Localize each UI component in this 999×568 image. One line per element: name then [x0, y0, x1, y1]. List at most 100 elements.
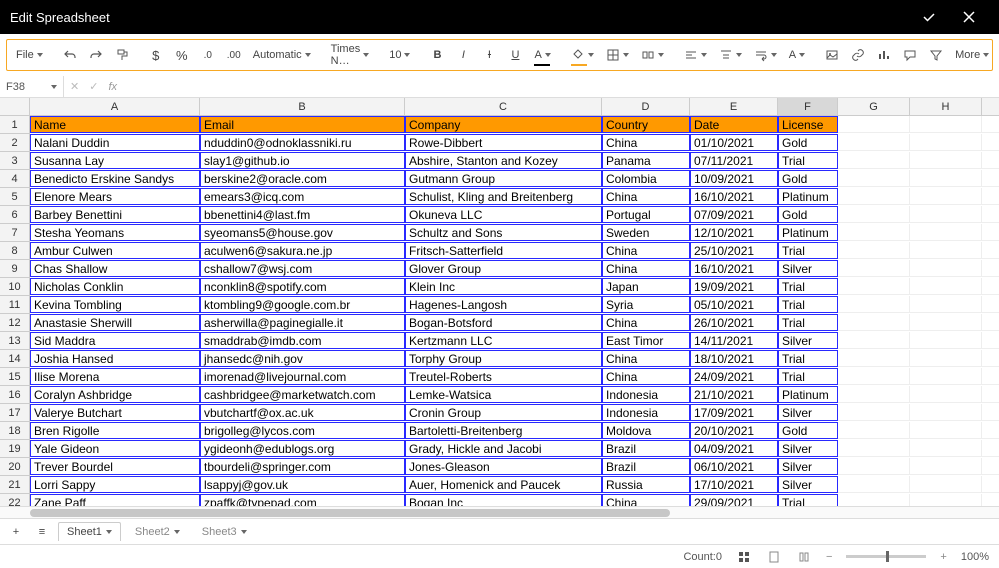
- empty-cell[interactable]: [910, 368, 982, 385]
- font-size-dropdown[interactable]: 10: [384, 43, 415, 67]
- data-cell[interactable]: Panama: [602, 152, 690, 169]
- select-all-corner[interactable]: [0, 98, 30, 116]
- data-cell[interactable]: Torphy Group: [405, 350, 602, 367]
- data-cell[interactable]: Japan: [602, 278, 690, 295]
- data-cell[interactable]: tbourdeli@springer.com: [200, 458, 405, 475]
- data-cell[interactable]: Zane Paff: [30, 494, 200, 506]
- empty-cell[interactable]: [982, 206, 999, 223]
- empty-cell[interactable]: [838, 260, 910, 277]
- empty-cell[interactable]: [910, 134, 982, 151]
- empty-cell[interactable]: [982, 494, 999, 506]
- data-cell[interactable]: berskine2@oracle.com: [200, 170, 405, 187]
- data-cell[interactable]: Lorri Sappy: [30, 476, 200, 493]
- data-cell[interactable]: Silver: [778, 440, 838, 457]
- data-cell[interactable]: Valerye Butchart: [30, 404, 200, 421]
- data-cell[interactable]: Bartoletti-Breitenberg: [405, 422, 602, 439]
- data-cell[interactable]: Indonesia: [602, 386, 690, 403]
- data-cell[interactable]: nduddin0@odnoklassniki.ru: [200, 134, 405, 151]
- data-cell[interactable]: 06/10/2021: [690, 458, 778, 475]
- data-cell[interactable]: Trial: [778, 368, 838, 385]
- data-cell[interactable]: Grady, Hickle and Jacobi: [405, 440, 602, 457]
- row-header[interactable]: 8: [0, 242, 30, 260]
- empty-cell[interactable]: [982, 368, 999, 385]
- insert-link-button[interactable]: [846, 43, 870, 67]
- empty-cell[interactable]: [910, 278, 982, 295]
- empty-cell[interactable]: [982, 242, 999, 259]
- empty-cell[interactable]: [982, 476, 999, 493]
- empty-cell[interactable]: [982, 350, 999, 367]
- data-cell[interactable]: Syria: [602, 296, 690, 313]
- data-cell[interactable]: Schulist, Kling and Breitenberg: [405, 188, 602, 205]
- zoom-in-button[interactable]: +: [940, 551, 946, 563]
- data-cell[interactable]: Benedicto Erskine Sandys: [30, 170, 200, 187]
- empty-cell[interactable]: [910, 242, 982, 259]
- empty-cell[interactable]: [838, 134, 910, 151]
- table-header-cell[interactable]: Country: [602, 116, 690, 133]
- v-align-dropdown[interactable]: [714, 43, 747, 67]
- empty-cell[interactable]: [982, 386, 999, 403]
- number-format-dropdown[interactable]: Automatic: [248, 43, 316, 67]
- data-cell[interactable]: syeomans5@house.gov: [200, 224, 405, 241]
- insert-comment-button[interactable]: [898, 43, 922, 67]
- empty-cell[interactable]: [982, 152, 999, 169]
- data-cell[interactable]: Gold: [778, 206, 838, 223]
- empty-cell[interactable]: [910, 440, 982, 457]
- empty-cell[interactable]: [982, 404, 999, 421]
- data-cell[interactable]: zpaffk@typepad.com: [200, 494, 405, 506]
- data-cell[interactable]: China: [602, 188, 690, 205]
- empty-cell[interactable]: [838, 188, 910, 205]
- data-cell[interactable]: Trial: [778, 152, 838, 169]
- borders-dropdown[interactable]: [601, 43, 634, 67]
- decrease-decimal-button[interactable]: .0: [196, 43, 220, 67]
- fill-color-dropdown[interactable]: [566, 43, 599, 67]
- data-cell[interactable]: 24/09/2021: [690, 368, 778, 385]
- empty-cell[interactable]: [838, 314, 910, 331]
- formula-cancel-icon[interactable]: ✕: [70, 80, 79, 93]
- data-cell[interactable]: bbenettini4@last.fm: [200, 206, 405, 223]
- row-header[interactable]: 13: [0, 332, 30, 350]
- data-cell[interactable]: Nicholas Conklin: [30, 278, 200, 295]
- data-cell[interactable]: Silver: [778, 260, 838, 277]
- data-cell[interactable]: 21/10/2021: [690, 386, 778, 403]
- data-cell[interactable]: China: [602, 314, 690, 331]
- rotate-dropdown[interactable]: A: [784, 43, 810, 67]
- data-cell[interactable]: Ilise Morena: [30, 368, 200, 385]
- row-header[interactable]: 14: [0, 350, 30, 368]
- empty-cell[interactable]: [910, 404, 982, 421]
- data-cell[interactable]: imorenad@livejournal.com: [200, 368, 405, 385]
- italic-button[interactable]: I: [451, 43, 475, 67]
- data-cell[interactable]: Barbey Benettini: [30, 206, 200, 223]
- column-view-icon[interactable]: [796, 549, 812, 565]
- data-cell[interactable]: Abshire, Stanton and Kozey: [405, 152, 602, 169]
- data-cell[interactable]: 16/10/2021: [690, 188, 778, 205]
- data-cell[interactable]: Bogan-Botsford: [405, 314, 602, 331]
- empty-cell[interactable]: [982, 332, 999, 349]
- empty-cell[interactable]: [910, 458, 982, 475]
- undo-button[interactable]: [58, 43, 82, 67]
- empty-cell[interactable]: [838, 386, 910, 403]
- empty-cell[interactable]: [838, 206, 910, 223]
- row-header[interactable]: 16: [0, 386, 30, 404]
- row-header[interactable]: 4: [0, 170, 30, 188]
- empty-cell[interactable]: [838, 350, 910, 367]
- empty-cell[interactable]: [838, 170, 910, 187]
- data-cell[interactable]: Glover Group: [405, 260, 602, 277]
- empty-cell[interactable]: [910, 170, 982, 187]
- empty-cell[interactable]: [838, 476, 910, 493]
- data-cell[interactable]: Silver: [778, 332, 838, 349]
- data-cell[interactable]: Elenore Mears: [30, 188, 200, 205]
- data-cell[interactable]: Brazil: [602, 458, 690, 475]
- data-cell[interactable]: Trial: [778, 494, 838, 506]
- data-cell[interactable]: brigolleg@lycos.com: [200, 422, 405, 439]
- data-cell[interactable]: ktombling9@google.com.br: [200, 296, 405, 313]
- data-cell[interactable]: Hagenes-Langosh: [405, 296, 602, 313]
- data-cell[interactable]: Trial: [778, 314, 838, 331]
- data-cell[interactable]: Sweden: [602, 224, 690, 241]
- data-cell[interactable]: 04/09/2021: [690, 440, 778, 457]
- row-header[interactable]: 17: [0, 404, 30, 422]
- empty-cell[interactable]: [910, 314, 982, 331]
- data-cell[interactable]: Coralyn Ashbridge: [30, 386, 200, 403]
- font-color-dropdown[interactable]: A: [529, 43, 555, 67]
- insert-chart-button[interactable]: [872, 43, 896, 67]
- wrap-dropdown[interactable]: [749, 43, 782, 67]
